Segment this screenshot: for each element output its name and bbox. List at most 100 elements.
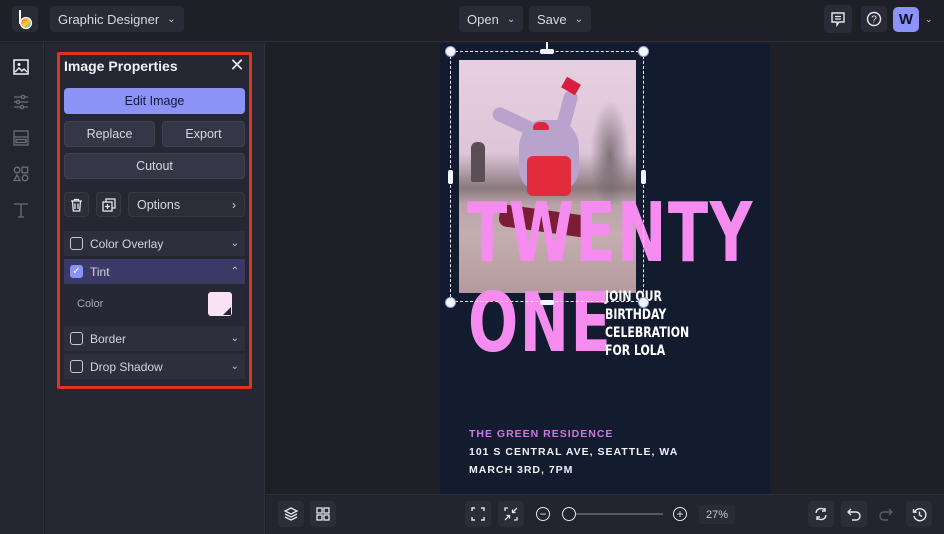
- zoom-out-button[interactable]: −: [536, 507, 550, 521]
- color-overlay-checkbox[interactable]: [70, 237, 83, 250]
- chevron-down-icon: ⌄: [230, 333, 239, 344]
- zoom-in-button[interactable]: +: [673, 507, 687, 521]
- redo-button[interactable]: [873, 501, 899, 527]
- tint-color-label: Color: [77, 298, 104, 310]
- venue-text[interactable]: THE GREEN RESIDENCE: [469, 428, 613, 440]
- resize-handle-bottom-right[interactable]: [638, 297, 649, 308]
- collapse-icon: [504, 507, 518, 521]
- border-checkbox[interactable]: [70, 332, 83, 345]
- chevron-down-icon: ⌄: [230, 238, 239, 249]
- export-button[interactable]: Export: [162, 121, 245, 147]
- drop-shadow-checkbox[interactable]: [70, 360, 83, 373]
- resize-handle-bottom[interactable]: [540, 300, 554, 305]
- help-icon: ?: [866, 11, 882, 27]
- check-icon: ✓: [72, 265, 81, 277]
- chevron-down-icon: ⌄: [506, 13, 516, 25]
- zoom-level[interactable]: 27%: [699, 505, 735, 524]
- accordion-label: Color Overlay: [90, 236, 164, 251]
- befunky-logo-icon: [16, 8, 34, 30]
- help-button[interactable]: ?: [861, 6, 887, 32]
- selection-box: [450, 51, 644, 302]
- accordion-color-overlay[interactable]: Color Overlay ⌄: [64, 231, 245, 256]
- fit-to-screen-button[interactable]: [465, 501, 491, 527]
- nav-item-text[interactable]: [10, 199, 32, 221]
- expand-icon: [471, 507, 485, 521]
- options-button[interactable]: Options ›: [128, 192, 245, 217]
- open-label: Open: [467, 11, 499, 27]
- shapes-icon: [13, 166, 29, 182]
- nav-item-adjustments[interactable]: [10, 91, 32, 113]
- comments-button[interactable]: [824, 5, 852, 33]
- panel-title: Image Properties: [64, 58, 178, 74]
- nav-item-graphics[interactable]: [10, 163, 32, 185]
- accordion-label: Tint: [90, 264, 110, 279]
- save-label: Save: [537, 11, 567, 27]
- invite-line: CELEBRATION: [605, 325, 690, 341]
- date-text[interactable]: MARCH 3RD, 7PM: [469, 464, 573, 476]
- resize-handle-right[interactable]: [641, 170, 646, 184]
- address-text[interactable]: 101 S CENTRAL AVE, SEATTLE, WA: [469, 446, 678, 458]
- cutout-button[interactable]: Cutout: [64, 153, 245, 179]
- invite-line: BIRTHDAY: [605, 307, 667, 323]
- undo-button[interactable]: [841, 501, 867, 527]
- accordion-label: Border: [90, 331, 127, 346]
- grid-icon: [316, 507, 330, 521]
- replace-button[interactable]: Replace: [64, 121, 155, 147]
- nav-item-layouts[interactable]: [10, 127, 32, 149]
- undo-icon: [847, 507, 861, 521]
- sync-icon: [814, 507, 828, 521]
- history-button[interactable]: [906, 501, 932, 527]
- resize-handle-left[interactable]: [448, 170, 453, 184]
- layers-button[interactable]: [278, 501, 304, 527]
- duplicate-button[interactable]: [96, 192, 121, 217]
- resize-handle-top-left[interactable]: [445, 46, 456, 57]
- layers-icon: [283, 506, 299, 522]
- tint-checkbox[interactable]: ✓: [70, 265, 83, 278]
- close-icon: ✕: [229, 55, 245, 75]
- accordion-tint[interactable]: ✓ Tint ⌃: [64, 259, 245, 284]
- open-dropdown[interactable]: Open ⌄: [459, 6, 524, 32]
- chevron-down-icon: ⌄: [230, 361, 239, 372]
- sliders-icon: [13, 94, 29, 110]
- image-icon: [13, 59, 29, 75]
- save-dropdown[interactable]: Save ⌄: [529, 6, 592, 32]
- invite-line: FOR LOLA: [605, 343, 666, 359]
- resize-handle-top-right[interactable]: [638, 46, 649, 57]
- tint-color-swatch[interactable]: [208, 292, 232, 316]
- chevron-right-icon: ›: [232, 197, 236, 212]
- delete-button[interactable]: [64, 192, 89, 217]
- chevron-down-icon: ⌄: [574, 13, 584, 25]
- app-name: Graphic Designer: [58, 11, 160, 27]
- refresh-button[interactable]: [808, 501, 834, 527]
- chevron-down-icon: ⌄: [167, 13, 176, 25]
- options-label: Options: [137, 197, 181, 212]
- redo-icon: [879, 507, 893, 521]
- layout-icon: [13, 130, 29, 146]
- comment-icon: [830, 11, 846, 27]
- app-logo[interactable]: [12, 6, 38, 32]
- app-selector-dropdown[interactable]: Graphic Designer ⌄: [50, 6, 184, 32]
- svg-text:?: ?: [871, 15, 877, 26]
- accordion-label: Drop Shadow: [90, 359, 163, 374]
- zoom-slider-track[interactable]: [565, 513, 663, 515]
- trash-icon: [70, 198, 83, 212]
- minus-icon: −: [539, 507, 547, 521]
- user-avatar[interactable]: W: [893, 7, 919, 32]
- left-toolbar: [0, 43, 44, 534]
- close-panel-button[interactable]: ✕: [229, 55, 245, 75]
- grid-button[interactable]: [310, 501, 336, 527]
- zoom-slider-thumb[interactable]: [562, 507, 576, 521]
- chevron-up-icon: ⌃: [230, 266, 239, 277]
- chevron-down-icon[interactable]: ⌄: [925, 14, 933, 25]
- rotate-handle[interactable]: [546, 42, 548, 50]
- accordion-drop-shadow[interactable]: Drop Shadow ⌄: [64, 354, 245, 379]
- text-icon: [12, 201, 30, 219]
- history-icon: [912, 507, 927, 522]
- edit-image-button[interactable]: Edit Image: [64, 88, 245, 114]
- plus-icon: +: [676, 507, 684, 521]
- resize-handle-bottom-left[interactable]: [445, 297, 456, 308]
- actual-size-button[interactable]: [498, 501, 524, 527]
- duplicate-icon: [101, 197, 116, 212]
- nav-item-image[interactable]: [10, 56, 32, 78]
- accordion-border[interactable]: Border ⌄: [64, 326, 245, 351]
